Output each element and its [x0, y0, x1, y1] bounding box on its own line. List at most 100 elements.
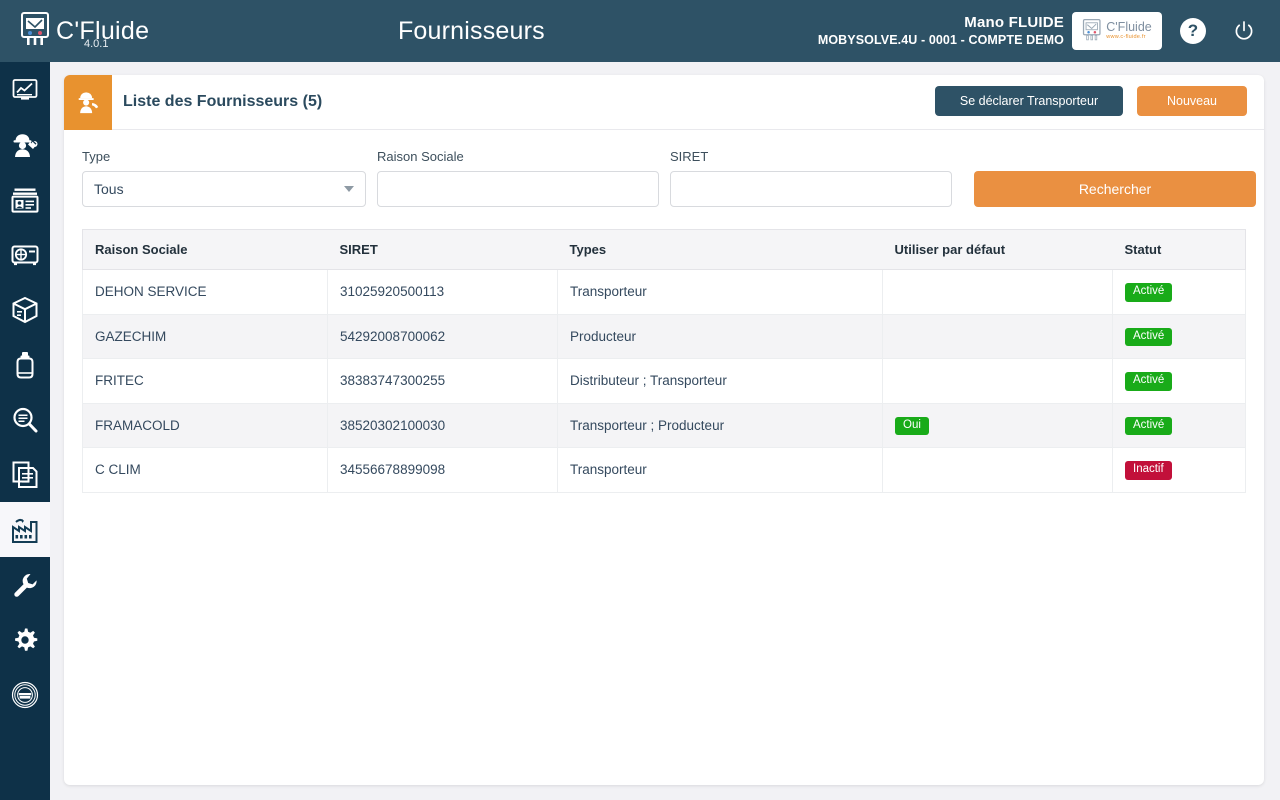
account-info: Mano FLUIDE MOBYSOLVE.4U - 0001 - COMPTE… [818, 14, 1072, 48]
declare-transporter-button[interactable]: Se déclarer Transporteur [935, 86, 1123, 116]
sidebar-item-technician[interactable] [0, 117, 50, 172]
chevron-down-icon [344, 186, 354, 192]
raison-sociale-field[interactable] [377, 171, 659, 207]
logo-badge-name: C'Fluide [1106, 20, 1152, 35]
package-box-icon [12, 296, 38, 323]
account-subtitle: MOBYSOLVE.4U - 0001 - COMPTE DEMO [817, 32, 1064, 47]
cell-default [882, 358, 1113, 404]
filter-bar: Type Tous Raison Sociale SIRET Recherche… [64, 130, 1264, 207]
cell-types: Transporteur ; Producteur [557, 403, 883, 448]
column-header-statut[interactable]: Statut [1112, 229, 1246, 270]
table-body: DEHON SERVICE 31025920500113 Transporteu… [82, 269, 1246, 493]
cell-siret: 31025920500113 [327, 269, 558, 315]
search-document-icon [13, 407, 38, 432]
table-head: Raison Sociale SIRET Types Utiliser par … [82, 229, 1246, 270]
cell-siret: 54292008700062 [327, 314, 558, 359]
status-badge: Activé [1125, 416, 1173, 435]
page-title: Fournisseurs [397, 16, 545, 45]
wrench-icon [14, 573, 37, 597]
table-row[interactable]: GAZECHIM 54292008700062 Producteur Activ… [82, 314, 1246, 359]
sidebar-item-gas-cylinder[interactable] [0, 337, 50, 392]
cell-raison-sociale: FRITEC [82, 358, 328, 404]
column-header-default[interactable]: Utiliser par défaut [882, 229, 1113, 270]
table-row[interactable]: DEHON SERVICE 31025920500113 Transporteu… [82, 269, 1246, 315]
table-row[interactable]: FRITEC 38383747300255 Distributeur ; Tra… [82, 358, 1246, 404]
column-header-siret[interactable]: SIRET [327, 229, 558, 270]
company-card-icon [11, 188, 39, 213]
logo-badge-url: www.c-fluide.fr [1106, 33, 1146, 40]
cell-statut: Activé [1112, 403, 1246, 448]
type-select[interactable]: Tous [82, 171, 366, 207]
column-header-raison-sociale[interactable]: Raison Sociale [82, 229, 328, 270]
cell-siret: 38383747300255 [327, 358, 558, 404]
brand-version: 4.0.1 [84, 38, 109, 50]
factory-icon [12, 518, 38, 543]
brand-block[interactable]: C'Fluide 4.0.1 [0, 0, 185, 62]
cfluide-badge-icon [1083, 19, 1101, 41]
siret-input[interactable] [682, 181, 940, 197]
help-icon[interactable]: ? [1180, 18, 1206, 44]
sidebar-item-track-seal[interactable] [0, 667, 50, 722]
cell-default: Oui [882, 403, 1113, 448]
status-badge: Inactif [1125, 461, 1172, 480]
cell-statut: Activé [1112, 314, 1246, 359]
column-header-types[interactable]: Types [557, 229, 883, 270]
table-row[interactable]: FRAMACOLD 38520302100030 Transporteur ; … [82, 403, 1246, 448]
cell-statut: Inactif [1112, 447, 1246, 493]
search-button[interactable]: Rechercher [974, 171, 1256, 207]
cell-raison-sociale: FRAMACOLD [82, 403, 328, 448]
cell-raison-sociale: DEHON SERVICE [82, 269, 328, 315]
sidebar-item-documents[interactable] [0, 447, 50, 502]
table-row[interactable]: C CLIM 34556678899098 Transporteur Inact… [82, 447, 1246, 493]
cell-types: Distributeur ; Transporteur [557, 358, 883, 404]
suppliers-table-wrap: Raison Sociale SIRET Types Utiliser par … [64, 207, 1264, 493]
app-header: C'Fluide 4.0.1 Fournisseurs Mano FLUIDE … [0, 0, 1280, 62]
track-seal-icon [11, 681, 39, 708]
cell-default [882, 269, 1113, 315]
cfluide-logo-icon [21, 12, 49, 45]
siret-field[interactable] [670, 171, 952, 207]
account-name: Mano FLUIDE [964, 13, 1064, 31]
raison-sociale-input[interactable] [389, 181, 647, 197]
main-content: Liste des Fournisseurs (5) Se déclarer T… [50, 62, 1280, 800]
sidebar-item-dashboard[interactable] [0, 62, 50, 117]
filter-siret-group: SIRET [670, 149, 952, 207]
sidebar-item-equipment[interactable] [0, 227, 50, 282]
sidebar-item-tools[interactable] [0, 557, 50, 612]
card-title: Liste des Fournisseurs (5) [123, 93, 323, 110]
cell-types: Producteur [557, 314, 883, 359]
cell-siret: 34556678899098 [327, 447, 558, 493]
filter-type-group: Type Tous [82, 149, 366, 207]
type-select-value: Tous [94, 181, 124, 197]
equipment-meter-icon [11, 245, 39, 265]
documents-icon [12, 461, 38, 488]
sidebar-item-company[interactable] [0, 172, 50, 227]
sidebar [0, 62, 50, 800]
sidebar-item-settings[interactable] [0, 612, 50, 667]
filter-type-label: Type [82, 149, 111, 164]
card-header-actions: Se déclarer Transporteur Nouveau [935, 86, 1247, 116]
cell-default [882, 314, 1113, 359]
filter-raison-group: Raison Sociale [377, 149, 659, 207]
gas-cylinder-icon [16, 351, 34, 378]
worker-hardhat-icon [64, 74, 112, 130]
table-header-row: Raison Sociale SIRET Types Utiliser par … [82, 229, 1246, 270]
cell-statut: Activé [1112, 269, 1246, 315]
new-supplier-button[interactable]: Nouveau [1137, 86, 1247, 116]
card-header: Liste des Fournisseurs (5) Se déclarer T… [64, 74, 1264, 130]
technician-worker-icon [13, 133, 38, 157]
sidebar-item-search[interactable] [0, 392, 50, 447]
power-icon[interactable] [1233, 20, 1255, 42]
cell-siret: 38520302100030 [327, 403, 558, 448]
status-badge: Activé [1125, 283, 1173, 302]
status-badge: Activé [1125, 327, 1173, 346]
cell-raison-sociale: GAZECHIM [82, 314, 328, 359]
cfluide-logo-badge[interactable]: C'Fluide www.c-fluide.fr [1072, 12, 1162, 50]
chart-dashboard-icon [12, 78, 38, 100]
cell-default [882, 447, 1113, 493]
sidebar-item-package[interactable] [0, 282, 50, 337]
sidebar-item-factory[interactable] [0, 502, 50, 557]
filter-raison-label: Raison Sociale [377, 149, 464, 164]
filter-siret-label: SIRET [670, 149, 709, 164]
status-badge: Activé [1125, 372, 1173, 391]
